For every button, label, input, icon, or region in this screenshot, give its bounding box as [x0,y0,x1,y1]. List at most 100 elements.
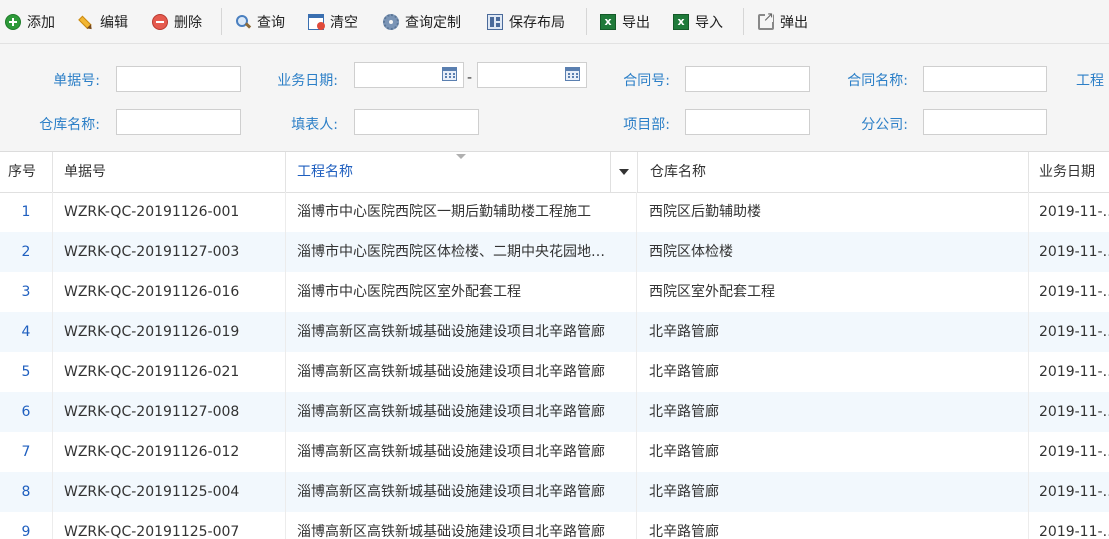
query-custom-label: 查询定制 [405,14,461,31]
query-custom-button[interactable]: 查询定制 [383,0,461,43]
cell-warehouse-name: 西院区室外配套工程 [637,272,1029,312]
business-date-end-field[interactable] [477,62,587,88]
search-form: 单据号: 业务日期: - 合同号: 合同名称: 工程 仓库名称: 填表人: 项目… [0,44,1109,152]
cell-business-date: 2019-11-27 [1029,232,1109,272]
cell-bill-no: WZRK-QC-20191125-004 [53,472,286,512]
cell-project-name: 淄博高新区高铁新城基础设施建设项目北辛路管廊 [286,392,637,432]
cell-seq: 3 [0,272,53,312]
cell-warehouse-name: 西院区后勤辅助楼 [637,192,1029,232]
toolbar-divider [586,8,587,35]
export-button[interactable]: x 导出 [600,0,650,43]
warehouse-name-input[interactable] [116,109,241,135]
column-menu-dropdown-icon[interactable] [610,152,637,192]
delete-label: 删除 [174,14,202,31]
query-button[interactable]: 查询 [235,0,285,43]
cell-business-date: 2019-11-26 [1029,352,1109,392]
cell-bill-no: WZRK-QC-20191126-012 [53,432,286,472]
delete-button[interactable]: 删除 [152,0,202,43]
project-dept-label: 项目部: [623,117,670,133]
add-button[interactable]: 添加 [5,0,55,43]
cell-warehouse-name: 北辛路管廊 [637,312,1029,352]
export-label: 导出 [622,14,650,31]
table-row[interactable]: 1 WZRK-QC-20191126-001 淄博市中心医院西院区一期后勤辅助楼工程… [0,192,1109,232]
cell-project-name: 淄博市中心医院西院区一期后勤辅助楼工程施工 [286,192,637,232]
business-date-start-field[interactable] [354,62,464,88]
cell-business-date: 2019-11-26 [1029,432,1109,472]
table-row[interactable]: 7 WZRK-QC-20191126-012 淄博高新区高铁新城基础设施建设项目北辛… [0,432,1109,472]
table-row[interactable]: 4 WZRK-QC-20191126-019 淄博高新区高铁新城基础设施建设项目北辛… [0,312,1109,352]
query-label: 查询 [257,14,285,31]
project-dept-input[interactable] [685,109,810,135]
table-row[interactable]: 5 WZRK-QC-20191126-021 淄博高新区高铁新城基础设施建设项目北辛… [0,352,1109,392]
filler-input[interactable] [354,109,479,135]
cell-project-name: 淄博市中心医院西院区室外配套工程 [286,272,637,312]
clear-label: 清空 [330,14,358,31]
gear-icon [383,13,399,30]
cell-warehouse-name: 北辛路管廊 [637,512,1029,539]
cell-bill-no: WZRK-QC-20191127-008 [53,392,286,432]
cell-project-name: 淄博高新区高铁新城基础设施建设项目北辛路管廊 [286,512,637,539]
data-grid: 序号 单据号 工程名称 仓库名称 业务日期 1 WZRK-QC-20191126-… [0,152,1109,539]
column-header-seq[interactable]: 序号 [0,152,53,192]
bill-no-label: 单据号: [53,73,100,89]
column-header-warehouse-name[interactable]: 仓库名称 [637,152,1029,192]
cell-business-date: 2019-11-24 [1029,192,1109,232]
cell-project-name: 淄博市中心医院西院区体检楼、二期中央花园地… [286,232,637,272]
cell-seq: 7 [0,432,53,472]
table-row[interactable]: 8 WZRK-QC-20191125-004 淄博高新区高铁新城基础设施建设项目北辛… [0,472,1109,512]
cell-seq: 2 [0,232,53,272]
edit-label: 编辑 [100,14,128,31]
bill-no-input[interactable] [116,66,241,92]
clear-icon [308,13,325,30]
toolbar-divider [743,8,744,35]
save-layout-label: 保存布局 [509,14,565,31]
cell-seq: 1 [0,192,53,232]
clear-button[interactable]: 清空 [308,0,358,43]
cell-business-date: 2019-11-25 [1029,512,1109,539]
save-layout-button[interactable]: 保存布局 [487,0,565,43]
pencil-icon [75,10,98,33]
contract-name-label: 合同名称: [847,73,908,89]
cell-seq: 6 [0,392,53,432]
calendar-icon[interactable] [565,67,580,81]
cell-warehouse-name: 西院区体检楼 [637,232,1029,272]
cell-bill-no: WZRK-QC-20191126-001 [53,192,286,232]
popup-label: 弹出 [780,14,808,31]
table-row[interactable]: 2 WZRK-QC-20191127-003 淄博市中心医院西院区体检楼、二期中央花… [0,232,1109,272]
date-separator: - [467,70,473,86]
cell-business-date: 2019-11-25 [1029,472,1109,512]
cell-bill-no: WZRK-QC-20191126-021 [53,352,286,392]
add-label: 添加 [27,14,55,31]
column-header-bill-no[interactable]: 单据号 [53,152,286,192]
popup-button[interactable]: 弹出 [758,0,808,43]
import-label: 导入 [695,14,723,31]
cell-bill-no: WZRK-QC-20191126-016 [53,272,286,312]
calendar-icon[interactable] [442,67,457,81]
grid-header: 序号 单据号 工程名称 仓库名称 业务日期 [0,152,1109,193]
cell-project-name: 淄博高新区高铁新城基础设施建设项目北辛路管廊 [286,432,637,472]
excel-import-icon: x [673,13,689,30]
toolbar-divider [221,8,222,35]
column-header-project-name[interactable]: 工程名称 [286,152,611,192]
cell-warehouse-name: 北辛路管廊 [637,472,1029,512]
cell-bill-no: WZRK-QC-20191125-007 [53,512,286,539]
cell-project-name: 淄博高新区高铁新城基础设施建设项目北辛路管廊 [286,352,637,392]
branch-input[interactable] [923,109,1047,135]
cell-business-date: 2019-11-27 [1029,392,1109,432]
contract-no-input[interactable] [685,66,810,92]
filler-label: 填表人: [291,117,338,133]
cell-seq: 4 [0,312,53,352]
contract-name-input[interactable] [923,66,1047,92]
table-row[interactable]: 6 WZRK-QC-20191127-008 淄博高新区高铁新城基础设施建设项目北辛… [0,392,1109,432]
excel-export-icon: x [600,13,616,30]
column-header-business-date[interactable]: 业务日期 [1029,152,1109,192]
import-button[interactable]: x 导入 [673,0,723,43]
toolbar: 添加 编辑 删除 查询 清空 查询定制 保存布局 x 导出 x 导入 弹出 [0,0,1109,44]
table-row[interactable]: 9 WZRK-QC-20191125-007 淄博高新区高铁新城基础设施建设项目北辛… [0,512,1109,539]
edit-button[interactable]: 编辑 [78,0,128,43]
project-name-label: 工程 [1076,73,1104,89]
cell-seq: 9 [0,512,53,539]
cell-warehouse-name: 北辛路管廊 [637,352,1029,392]
table-row[interactable]: 3 WZRK-QC-20191126-016 淄博市中心医院西院区室外配套工程 西院区… [0,272,1109,312]
cell-project-name: 淄博高新区高铁新城基础设施建设项目北辛路管廊 [286,472,637,512]
